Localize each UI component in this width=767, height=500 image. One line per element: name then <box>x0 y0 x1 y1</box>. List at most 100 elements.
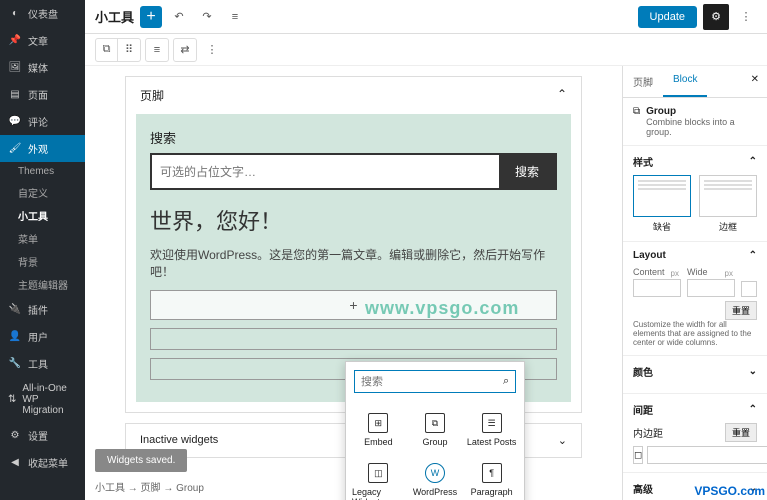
padding-input[interactable] <box>647 446 767 464</box>
sidebar-widgets[interactable]: 小工具 <box>0 204 85 227</box>
inserter-search-input[interactable] <box>361 376 503 388</box>
sidebar-pages[interactable]: ▤页面 <box>0 81 85 108</box>
block-inserter-popover: ⌕ ⊞Embed ⧉Group ☰Latest Posts ◫Legacy Wi… <box>345 361 525 500</box>
spacing-section: 间距⌃ 内边距 重置 ◻ px ⇄ <box>623 394 767 473</box>
align-button[interactable]: ≡ <box>146 39 168 61</box>
breadcrumb[interactable]: 小工具 → 页脚 → Group <box>95 479 204 494</box>
page-icon: ▤ <box>8 88 22 102</box>
update-button[interactable]: Update <box>638 6 697 28</box>
search-label: 搜索 <box>150 128 557 147</box>
options-button[interactable]: ⋮ <box>735 6 757 28</box>
sidebar-plugins[interactable]: 🔌插件 <box>0 296 85 323</box>
advanced-heading: 高级 <box>633 481 653 496</box>
layout-help-text: Customize the width for all elements tha… <box>633 320 757 347</box>
editor-header: 小工具 + ↶ ↷ ≡ Update ⚙ ⋮ <box>85 0 767 34</box>
placeholder-block[interactable] <box>150 328 557 350</box>
sidebar-comments[interactable]: 💬评论 <box>0 108 85 135</box>
group-icon: ⧉ <box>425 413 445 433</box>
unit-label: px <box>725 269 733 278</box>
gear-icon: ⚙ <box>711 10 721 23</box>
layout-heading: Layout <box>633 250 666 261</box>
comment-icon: 💬 <box>8 115 22 129</box>
collapse-icon: ◀ <box>8 456 22 470</box>
chevron-up-icon[interactable]: ⌃ <box>749 250 757 261</box>
sidebar-themes[interactable]: Themes <box>0 162 85 181</box>
chevron-up-icon[interactable]: ⌃ <box>749 156 757 167</box>
more-button[interactable]: ⋮ <box>201 39 223 61</box>
sidebar-appearance[interactable]: 🖌外观 <box>0 135 85 162</box>
sidebar-users[interactable]: 👤用户 <box>0 323 85 350</box>
user-icon: 👤 <box>8 330 22 344</box>
reset-layout-button[interactable]: 重置 <box>725 301 757 320</box>
style-default[interactable]: 缺省 <box>633 175 691 233</box>
color-heading: 颜色 <box>633 364 653 379</box>
inserter-item-embed[interactable]: ⊞Embed <box>350 405 407 455</box>
sidebar-dashboard[interactable]: ◐仪表盘 <box>0 0 85 27</box>
move-button[interactable]: ⇄ <box>174 39 196 61</box>
hello-heading[interactable]: 世界，您好！ <box>150 204 557 236</box>
drag-handle[interactable]: ⠿ <box>118 39 140 61</box>
inserter-search: ⌕ <box>354 370 516 393</box>
undo-button[interactable]: ↶ <box>168 6 190 28</box>
block-description: Combine blocks into a group. <box>646 117 757 137</box>
justify-button[interactable] <box>741 281 757 297</box>
plugin-icon: 🔌 <box>8 303 22 317</box>
media-icon: 🖼 <box>8 61 22 75</box>
style-border[interactable]: 边框 <box>699 175 757 233</box>
settings-button[interactable]: ⚙ <box>703 4 729 30</box>
tab-block[interactable]: Block <box>663 66 707 97</box>
color-section[interactable]: 颜色 ⌄ <box>623 356 767 394</box>
list-view-button[interactable]: ≡ <box>224 6 246 28</box>
add-block-appender[interactable]: + <box>150 290 557 320</box>
sidebar-theme-editor[interactable]: 主题编辑器 <box>0 273 85 296</box>
chevron-up-icon: ⌃ <box>557 87 567 104</box>
inserter-item-wordpress[interactable]: WWordPress <box>407 455 464 500</box>
sidebar-migration[interactable]: ⇅All-in-One WP Migration <box>0 377 85 422</box>
sidebar-posts[interactable]: 📌文章 <box>0 27 85 54</box>
padding-side-button[interactable]: ◻ <box>633 446 643 464</box>
inserter-item-latest-posts[interactable]: ☰Latest Posts <box>463 405 520 455</box>
spacing-heading: 间距 <box>633 402 653 417</box>
sidebar-tools[interactable]: 🔧工具 <box>0 350 85 377</box>
redo-icon: ↷ <box>202 10 211 23</box>
inserter-item-legacy-widget[interactable]: ◫Legacy Widget <box>350 455 407 500</box>
block-card: ⧉ Group Combine blocks into a group. <box>623 98 767 146</box>
advanced-section[interactable]: 高级⌄ <box>623 473 767 500</box>
hello-text[interactable]: 欢迎使用WordPress。这是您的第一篇文章。编辑或删除它，然后开始写作吧！ <box>150 246 557 280</box>
posts-icon: ☰ <box>482 413 502 433</box>
block-type-button[interactable]: ⧉ <box>96 39 118 61</box>
insert-block-button[interactable]: + <box>140 6 162 28</box>
group-block[interactable]: 搜索 搜索 世界，您好！ 欢迎使用WordPress。这是您的第一篇文章。编辑或… <box>136 114 571 402</box>
tab-document[interactable]: 页脚 <box>623 66 663 97</box>
sidebar-customize[interactable]: 自定义 <box>0 181 85 204</box>
close-inspector-button[interactable]: ✕ <box>743 66 767 97</box>
chevron-down-icon: ⌄ <box>558 434 567 447</box>
padding-label: 内边距 <box>633 425 663 440</box>
sidebar-menus[interactable]: 菜单 <box>0 227 85 250</box>
content-width-input[interactable] <box>633 279 681 297</box>
sidebar-collapse[interactable]: ◀收起菜单 <box>0 449 85 476</box>
search-input[interactable] <box>152 155 499 188</box>
brush-icon: 🖌 <box>8 142 22 156</box>
inserter-item-paragraph[interactable]: ¶Paragraph <box>463 455 520 500</box>
inserter-item-group[interactable]: ⧉Group <box>407 405 464 455</box>
reset-padding-button[interactable]: 重置 <box>725 423 757 442</box>
inspector-panel: 页脚 Block ✕ ⧉ Group Combine blocks into a… <box>622 66 767 500</box>
sidebar-settings[interactable]: ⚙设置 <box>0 422 85 449</box>
admin-sidebar: ◐仪表盘 📌文章 🖼媒体 ▤页面 💬评论 🖌外观 Themes 自定义 小工具 … <box>0 0 85 500</box>
dashboard-icon: ◐ <box>8 7 22 21</box>
sidebar-background[interactable]: 背景 <box>0 250 85 273</box>
search-submit-button[interactable]: 搜索 <box>499 155 555 188</box>
chevron-up-icon[interactable]: ⌃ <box>749 404 757 415</box>
chevron-down-icon: ⌄ <box>749 366 757 377</box>
sidebar-media[interactable]: 🖼媒体 <box>0 54 85 81</box>
wordpress-icon: W <box>425 463 445 483</box>
wide-width-input[interactable] <box>687 279 735 297</box>
kebab-icon: ⋮ <box>741 10 752 23</box>
widget-icon: ◫ <box>368 463 388 483</box>
redo-button[interactable]: ↷ <box>196 6 218 28</box>
widget-area-header[interactable]: 页脚 ⌃ <box>126 77 581 114</box>
inactive-widgets-label: Inactive widgets <box>140 434 218 447</box>
pin-icon: 📌 <box>8 34 22 48</box>
plus-icon: + <box>349 297 357 313</box>
